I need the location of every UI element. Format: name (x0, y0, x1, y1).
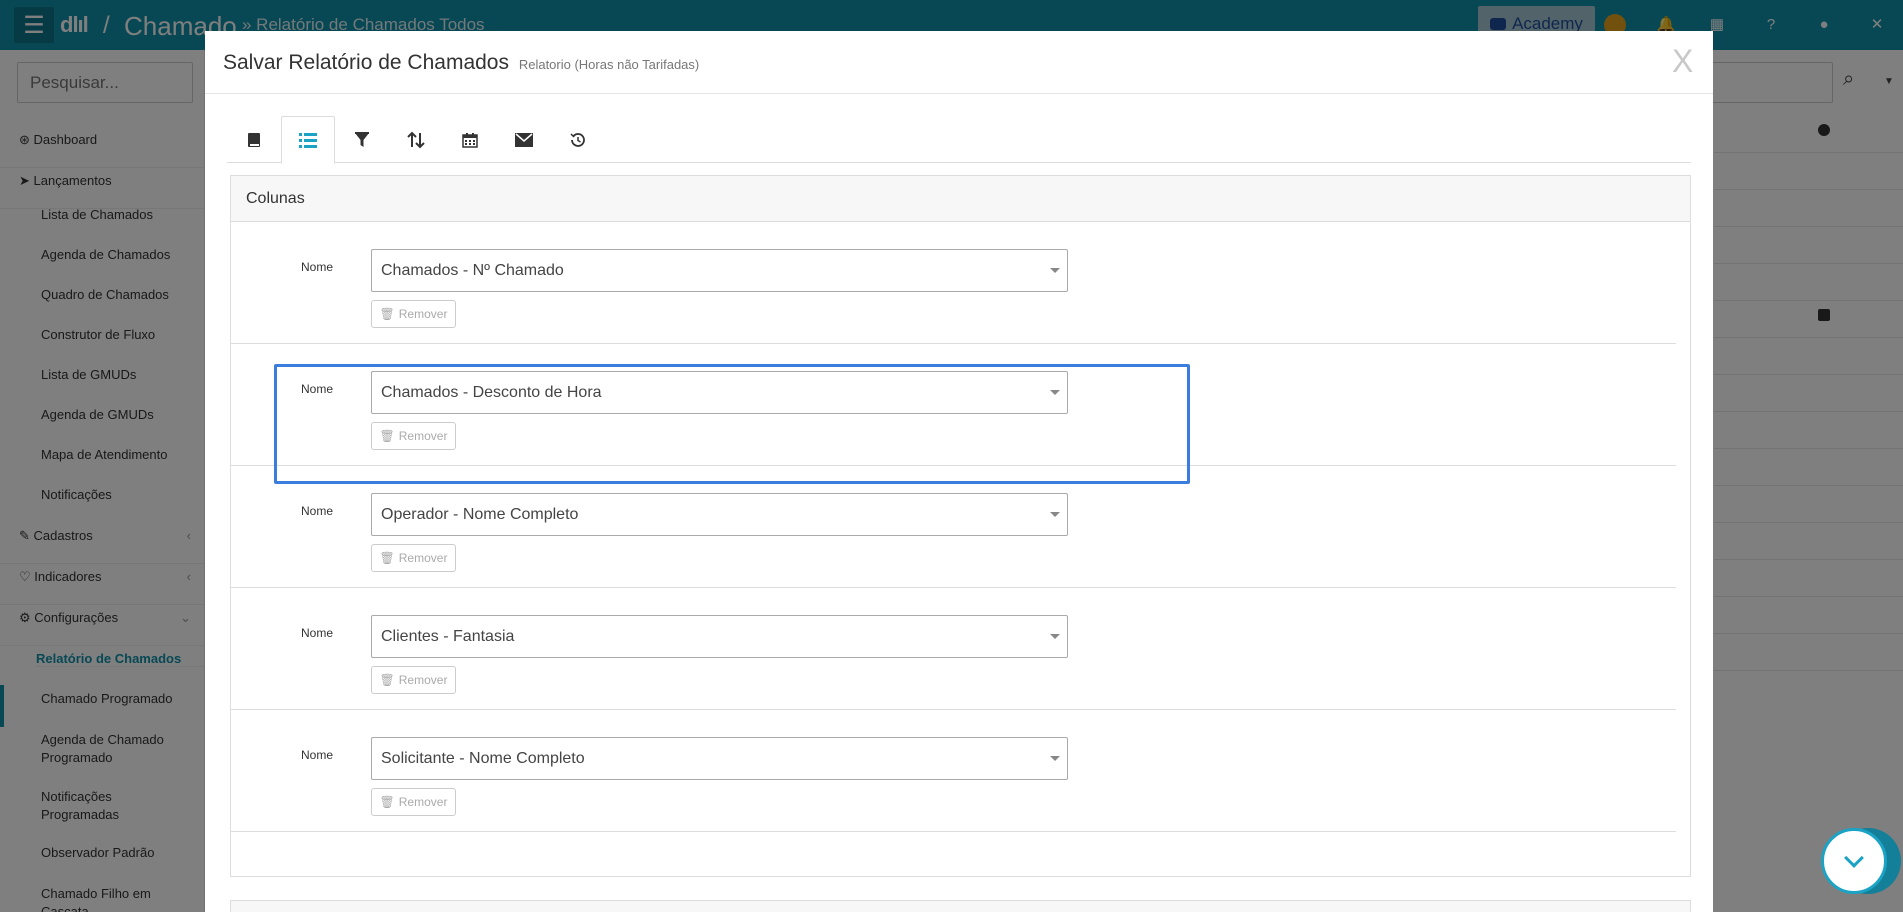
book-icon (248, 132, 260, 147)
tab-sort[interactable] (389, 116, 443, 163)
tab-history[interactable] (551, 116, 605, 163)
next-panel (230, 900, 1691, 912)
calendar-icon (462, 132, 478, 148)
filter-icon (355, 131, 369, 147)
list-icon (299, 132, 317, 148)
column-row: Nome Operador - Nome Completo 🗑 Remover (231, 466, 1676, 588)
column-select-value: Clientes - Fantasia (381, 628, 515, 645)
column-row: Nome Solicitante - Nome Completo 🗑 Remove… (231, 710, 1676, 832)
column-select-value: Solicitante - Nome Completo (381, 750, 585, 767)
chevron-down-icon (1050, 268, 1060, 273)
envelope-icon (515, 132, 533, 147)
column-name-label: Nome (301, 748, 334, 762)
column-select[interactable]: Operador - Nome Completo (371, 493, 1068, 536)
highlight-box (274, 364, 1190, 484)
column-row: Nome Clientes - Fantasia 🗑 Remover (231, 588, 1676, 710)
remove-column-button[interactable]: 🗑 Remover (371, 300, 456, 328)
columns-panel: Colunas Nome Chamados - Nº Chamado 🗑 Remo… (230, 175, 1691, 877)
column-select[interactable]: Clientes - Fantasia (371, 615, 1068, 658)
remove-column-button[interactable]: 🗑 Remover (371, 788, 456, 816)
tab-columns[interactable] (281, 116, 335, 164)
column-select[interactable]: Solicitante - Nome Completo (371, 737, 1068, 780)
scroll-down-button[interactable] (1821, 828, 1887, 894)
trash-icon: 🗑 (379, 795, 395, 809)
modal-title: Salvar Relatório de Chamados Relatorio (… (223, 51, 699, 75)
panel-header: Colunas (231, 176, 1690, 222)
column-select[interactable]: Chamados - Nº Chamado (371, 249, 1068, 292)
trash-icon: 🗑 (379, 673, 395, 687)
tab-details[interactable] (227, 116, 281, 163)
column-select-value: Operador - Nome Completo (381, 506, 579, 523)
modal-header: Salvar Relatório de Chamados Relatorio (… (205, 31, 1713, 94)
report-tabs (227, 116, 1691, 164)
sort-icon (407, 131, 425, 148)
chevron-down-icon (1050, 634, 1060, 639)
modal-title-text: Salvar Relatório de Chamados (223, 51, 509, 74)
panel-title: Colunas (246, 190, 305, 207)
tab-filters[interactable] (335, 116, 389, 163)
chevron-down-icon (1050, 512, 1060, 517)
remove-column-button[interactable]: 🗑 Remover (371, 544, 456, 572)
column-row: Nome Chamados - Nº Chamado 🗑 Remover (231, 222, 1676, 344)
column-select-value: Chamados - Nº Chamado (381, 262, 564, 279)
tab-schedule[interactable] (443, 116, 497, 163)
chevron-down-icon (1050, 756, 1060, 761)
tab-email[interactable] (497, 116, 551, 163)
chevron-down-icon (1844, 848, 1864, 868)
column-name-label: Nome (301, 260, 334, 274)
close-icon[interactable]: X (1672, 43, 1693, 80)
history-icon (570, 132, 585, 147)
remove-column-button[interactable]: 🗑 Remover (371, 666, 456, 694)
modal-subtitle: Relatorio (Horas não Tarifadas) (518, 57, 700, 72)
trash-icon: 🗑 (379, 307, 395, 321)
column-name-label: Nome (301, 626, 334, 640)
trash-icon: 🗑 (379, 551, 395, 565)
column-name-label: Nome (301, 504, 334, 518)
